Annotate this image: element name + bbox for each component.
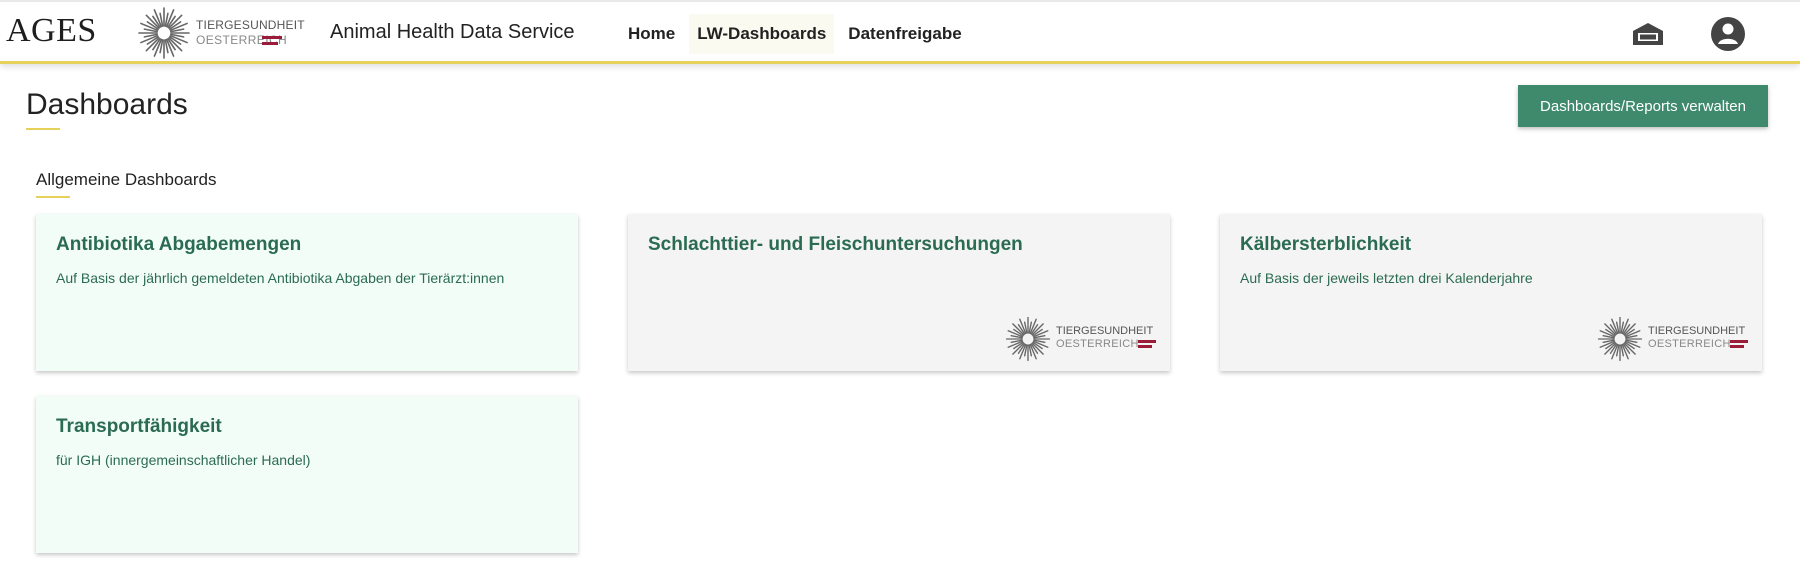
card-title: Kälbersterblichkeit [1240,234,1412,255]
dashboard-card-schlachttier[interactable]: Schlachttier- und Fleischuntersuchungen … [628,214,1170,371]
sunburst-icon [1597,316,1643,362]
dashboard-card-kaelbersterblichkeit[interactable]: Kälbersterblichkeit Auf Basis der jeweil… [1220,214,1762,371]
dashboard-card-antibiotika[interactable]: Antibiotika Abgabemengen Auf Basis der j… [36,214,578,371]
sunburst-icon [138,7,190,59]
account-icon [1711,17,1745,51]
card-description: Auf Basis der jeweils letzten drei Kalen… [1240,270,1533,286]
logo-flag-bar [262,36,282,39]
logo-text-line1: TIERGESUNDHEIT [1648,325,1746,337]
logo-flag-bar [1138,345,1152,348]
sunburst-icon [1005,316,1051,362]
farm-button[interactable] [1630,16,1666,52]
dashboard-card-transportfaehigkeit[interactable]: Transportfähigkeit für IGH (innergemeins… [36,396,578,553]
logo-flag-bar [262,42,278,45]
logo-text-line2: OESTERREICH [1056,338,1139,350]
card-title: Transportfähigkeit [56,416,222,437]
logo-text-line1: TIERGESUNDHEIT [196,18,305,32]
page-title: Dashboards [26,88,188,121]
section-underline [36,196,70,198]
logo-text-line1: TIERGESUNDHEIT [1056,325,1154,337]
card-description: Auf Basis der jährlich gemeldeten Antibi… [56,270,505,286]
logo-flag-bar [1730,345,1744,348]
farm-icon [1633,23,1663,45]
ages-logo[interactable]: AGES [6,12,97,50]
tiergesundheit-logo: TIERGESUNDHEIT OESTERREICH [1596,313,1756,365]
nav-datenfreigabe[interactable]: Datenfreigabe [840,14,969,54]
nav-lw-dashboards[interactable]: LW-Dashboards [689,14,835,54]
title-underline [26,128,60,130]
main-nav: Home LW-Dashboards Datenfreigabe [620,14,976,54]
logo-flag-bar [1730,340,1748,343]
top-navbar: AGES TIERGESUNDHEIT OESTERREICH Animal H… [0,0,1800,64]
tiergesundheit-logo: TIERGESUNDHEIT OESTERREICH [1004,313,1164,365]
card-title: Antibiotika Abgabemengen [56,234,302,255]
app-title: Animal Health Data Service [330,21,575,43]
manage-dashboards-button[interactable]: Dashboards/Reports verwalten [1518,85,1768,127]
tiergesundheit-logo[interactable]: TIERGESUNDHEIT OESTERREICH [136,5,316,63]
account-button[interactable] [1710,16,1746,52]
section-title: Allgemeine Dashboards [36,170,217,189]
card-title: Schlachttier- und Fleischuntersuchungen [648,234,1023,255]
nav-home[interactable]: Home [620,14,683,54]
logo-text-line2: OESTERREICH [1648,338,1731,350]
logo-flag-bar [1138,340,1156,343]
card-description: für IGH (innergemeinschaftlicher Handel) [56,452,311,468]
